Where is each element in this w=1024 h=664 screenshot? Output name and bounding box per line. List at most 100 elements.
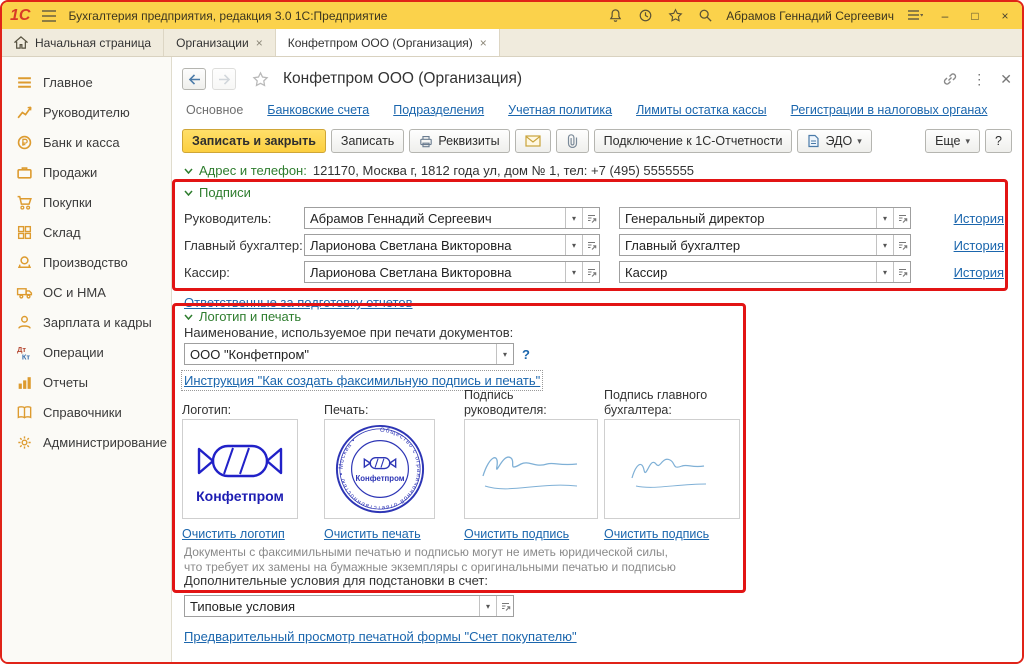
- clear-accountant-signature-link[interactable]: Очистить подпись: [604, 527, 709, 541]
- close-icon[interactable]: ×: [480, 36, 487, 50]
- sidebar-item-directories[interactable]: Справочники: [2, 397, 171, 427]
- input-value: Генеральный директор: [620, 208, 876, 228]
- dropdown-button[interactable]: ▾: [876, 235, 893, 255]
- sidebar-item-main[interactable]: Главное: [2, 67, 171, 97]
- sidebar-item-manager[interactable]: Руководителю: [2, 97, 171, 127]
- sidebar-item-administration[interactable]: Администрирование: [2, 427, 171, 457]
- print-name-input[interactable]: ООО "Конфетпром" ▾: [184, 343, 514, 365]
- signature-row-director: Руководитель: Абрамов Геннадий Сергеевич…: [184, 207, 1004, 229]
- history-link[interactable]: История: [954, 238, 1004, 253]
- facsimile-instruction-link[interactable]: Инструкция "Как создать факсимильную под…: [184, 373, 540, 388]
- attachments-button[interactable]: [556, 129, 589, 153]
- sidebar-item-sales[interactable]: Продажи: [2, 157, 171, 187]
- sidebar-item-operations[interactable]: ДтКт Операции: [2, 337, 171, 367]
- invoice-conditions-input[interactable]: Типовые условия ▾: [184, 595, 514, 617]
- sidebar-label: Администрирование: [43, 435, 167, 450]
- open-button[interactable]: [893, 262, 910, 282]
- address-group-title[interactable]: Адрес и телефон:: [199, 163, 307, 178]
- nav-accounting-policy[interactable]: Учетная политика: [508, 103, 612, 117]
- nav-main[interactable]: Основное: [186, 103, 243, 117]
- image-label: Подпись главного бухгалтера:: [604, 389, 740, 417]
- save-and-close-button[interactable]: Записать и закрыть: [182, 129, 326, 153]
- chief-accountant-position-input[interactable]: Главный бухгалтер ▾: [619, 234, 911, 256]
- open-button[interactable]: [582, 262, 599, 282]
- report-responsibles-link[interactable]: Ответственные за подготовку отчетов: [184, 295, 413, 310]
- nav-tax-registrations[interactable]: Регистрации в налоговых органах: [791, 103, 988, 117]
- signature-row-chief-accountant: Главный бухгалтер: Ларионова Светлана Ви…: [184, 234, 1004, 256]
- sidebar-item-bank-cash[interactable]: Банк и касса: [2, 127, 171, 157]
- close-window-button[interactable]: ×: [996, 9, 1014, 23]
- maximize-button[interactable]: □: [966, 9, 984, 23]
- open-button[interactable]: [893, 208, 910, 228]
- close-icon[interactable]: ×: [256, 36, 263, 50]
- nav-bank-accounts[interactable]: Банковские счета: [267, 103, 369, 117]
- signatures-group-header[interactable]: Подписи: [184, 185, 251, 200]
- open-button[interactable]: [893, 235, 910, 255]
- current-user[interactable]: Абрамов Геннадий Сергеевич: [726, 9, 894, 23]
- director-name-input[interactable]: Абрамов Геннадий Сергеевич ▾: [304, 207, 600, 229]
- dropdown-button[interactable]: ▾: [496, 344, 513, 364]
- email-button[interactable]: [515, 129, 551, 153]
- logo-group-header[interactable]: Логотип и печать: [184, 309, 301, 324]
- dropdown-button[interactable]: ▾: [565, 262, 582, 282]
- clear-logo-link[interactable]: Очистить логотип: [182, 527, 285, 541]
- close-form-icon[interactable]: ✕: [1000, 71, 1012, 88]
- round-stamp-graphic: Общество с ограниченной ответственностью…: [333, 422, 427, 516]
- forward-button[interactable]: [212, 68, 236, 90]
- notifications-bell-icon[interactable]: [606, 7, 624, 25]
- help-question-icon[interactable]: ?: [522, 347, 530, 362]
- history-link[interactable]: История: [954, 265, 1004, 280]
- tab-konfetprom-org[interactable]: Конфетпром ООО (Организация) ×: [276, 29, 500, 56]
- more-button[interactable]: Еще ▾: [925, 129, 980, 153]
- sidebar-item-salary-hr[interactable]: Зарплата и кадры: [2, 307, 171, 337]
- dropdown-icon: ▾: [966, 136, 971, 147]
- favorite-star-icon[interactable]: [252, 71, 269, 88]
- dropdown-button[interactable]: ▾: [565, 235, 582, 255]
- open-button[interactable]: [496, 596, 513, 616]
- clear-director-signature-link[interactable]: Очистить подпись: [464, 527, 569, 541]
- director-position-input[interactable]: Генеральный директор ▾: [619, 207, 911, 229]
- dropdown-button[interactable]: ▾: [876, 208, 893, 228]
- edo-button[interactable]: ЭДО ▾: [797, 129, 871, 153]
- chief-accountant-name-input[interactable]: Ларионова Светлана Викторовна ▾: [304, 234, 600, 256]
- open-button[interactable]: [582, 208, 599, 228]
- tab-organizations[interactable]: Организации ×: [164, 29, 276, 56]
- favorites-star-icon[interactable]: [666, 7, 684, 25]
- sidebar-item-warehouse[interactable]: Склад: [2, 217, 171, 247]
- open-button[interactable]: [582, 235, 599, 255]
- back-button[interactable]: [182, 68, 206, 90]
- invoice-preview-link[interactable]: Предварительный просмотр печатной формы …: [184, 629, 577, 644]
- clear-stamp-link[interactable]: Очистить печать: [324, 527, 421, 541]
- accountant-signature-image: [604, 419, 740, 519]
- tab-label: Конфетпром ООО (Организация): [288, 36, 473, 50]
- nav-subdivisions[interactable]: Подразделения: [393, 103, 484, 117]
- cashier-position-input[interactable]: Кассир ▾: [619, 261, 911, 283]
- search-icon[interactable]: [696, 7, 714, 25]
- cashier-name-input[interactable]: Ларионова Светлана Викторовна ▾: [304, 261, 600, 283]
- requisites-button[interactable]: Реквизиты: [409, 129, 509, 153]
- input-value: Абрамов Геннадий Сергеевич: [305, 208, 565, 228]
- dropdown-button[interactable]: ▾: [565, 208, 582, 228]
- dropdown-button[interactable]: ▾: [479, 596, 496, 616]
- save-button[interactable]: Записать: [331, 129, 404, 153]
- history-icon[interactable]: [636, 7, 654, 25]
- accountant-signature-graphic: [612, 434, 732, 504]
- chevron-down-icon: [184, 314, 193, 320]
- get-link-icon[interactable]: [942, 71, 958, 87]
- more-menu-icon[interactable]: ⋮: [972, 71, 986, 88]
- nav-cash-limits[interactable]: Лимиты остатка кассы: [636, 103, 766, 117]
- history-link[interactable]: История: [954, 211, 1004, 226]
- director-signature-image: [464, 419, 598, 519]
- 1c-logo: 1С: [10, 8, 30, 24]
- service-settings-icon[interactable]: [906, 7, 924, 25]
- main-menu-icon[interactable]: [40, 7, 58, 25]
- sidebar-item-production[interactable]: Производство: [2, 247, 171, 277]
- dropdown-button[interactable]: ▾: [876, 262, 893, 282]
- tab-home[interactable]: Начальная страница: [2, 29, 164, 56]
- sidebar-item-fixed-assets[interactable]: ОС и НМА: [2, 277, 171, 307]
- sidebar-item-reports[interactable]: Отчеты: [2, 367, 171, 397]
- minimize-button[interactable]: –: [936, 9, 954, 23]
- sidebar-item-purchases[interactable]: Покупки: [2, 187, 171, 217]
- help-button[interactable]: ?: [985, 129, 1012, 153]
- connect-1c-reporting-button[interactable]: Подключение к 1С-Отчетности: [594, 129, 793, 153]
